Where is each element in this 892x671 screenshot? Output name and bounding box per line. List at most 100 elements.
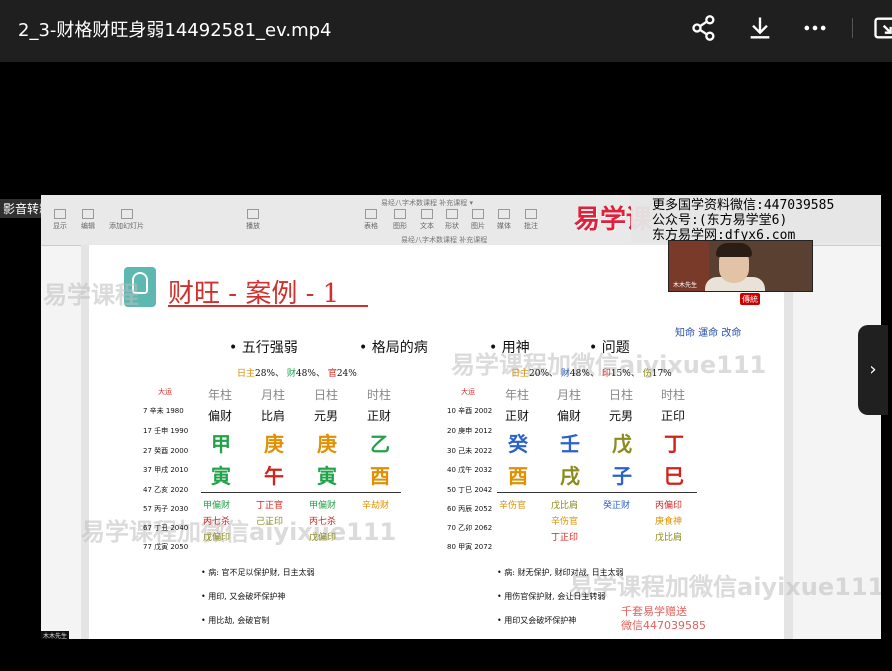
dayun-label-left: 大运 [158, 388, 172, 396]
earthly-branch: 酉 [508, 464, 528, 488]
hidden-stem: 甲偏财 [309, 501, 337, 511]
hidden-stem: 戊比肩 [551, 501, 579, 511]
watermark-text: 易学课程 [43, 281, 139, 309]
hidden-stem: 癸正财 [603, 501, 631, 511]
share-icon[interactable] [690, 14, 718, 42]
earthly-branch: 寅 [317, 464, 337, 488]
tool-comment: 批注 [524, 209, 538, 231]
heavenly-stem: 丁 [664, 432, 684, 456]
heavenly-stem: 庚 [317, 432, 337, 456]
presenter-hair [716, 243, 752, 257]
note: • 用印, 又会破坏保护神 [201, 592, 286, 601]
pillar-header: 日柱 [609, 388, 634, 402]
promo-footer: 千套易学赠送 微信447039585 [621, 605, 706, 633]
toolbar-divider [852, 18, 853, 38]
section-question: • 问题 [589, 340, 630, 356]
hidden-stem: 庚食神 [655, 517, 683, 527]
note: • 病: 官不足以保护财, 日主太弱 [201, 568, 315, 577]
more-icon[interactable] [801, 14, 829, 42]
ten-god: 元男 [314, 409, 339, 423]
watermark-text: 易学课程加微信aiyixue111 [81, 518, 397, 546]
dayun-entry: 7 辛未 1980 [143, 407, 184, 415]
heavenly-stem: 戊 [612, 432, 632, 456]
footer-line: 微信447039585 [621, 619, 706, 632]
earthly-branch: 巳 [664, 464, 684, 488]
hidden-stem: 丁正官 [256, 501, 284, 511]
hidden-stem: 丁正印 [551, 533, 579, 543]
dayun-entry: 27 癸酉 2000 [143, 447, 189, 455]
hidden-stem: 丙七杀 [309, 517, 337, 527]
seal-stamp: 傳統 [731, 291, 765, 321]
hidden-stem: 辛劫财 [362, 501, 390, 511]
title-underline [168, 305, 368, 307]
promo-line: 更多国学资料微信:447039585 [652, 198, 835, 213]
doc-subtitle: 易经八字术数课程 补充课程 [401, 236, 488, 244]
dayun-entry: 40 戊午 2032 [447, 466, 493, 474]
earthly-branch: 寅 [211, 464, 231, 488]
dayun-entry: 37 甲戌 2010 [143, 466, 189, 474]
ten-god: 正印 [661, 409, 686, 423]
tool-media: 媒体 [497, 209, 511, 231]
dayun-entry: 80 甲寅 2072 [447, 543, 493, 551]
note: • 用比劫, 会破官制 [201, 616, 270, 625]
pillar-header: 时柱 [661, 388, 686, 402]
dayun-entry: 77 戊寅 2050 [143, 543, 189, 551]
tool-chart: 图形 [393, 209, 407, 231]
webcam-caption: 木木先生 [673, 282, 698, 289]
hidden-stem: 辛伤官 [499, 501, 527, 511]
dayun-entry: 17 壬申 1990 [143, 427, 189, 435]
heavenly-stem: 乙 [370, 432, 390, 456]
pillar-header: 日柱 [314, 388, 339, 402]
hidden-stem: 戊偏印 [309, 533, 337, 543]
dayun-entry: 47 乙亥 2020 [143, 486, 189, 494]
pillar-header: 月柱 [261, 388, 286, 402]
ten-god: 正财 [367, 409, 392, 423]
download-icon[interactable] [746, 14, 774, 42]
tool-text: 文本 [420, 209, 434, 231]
note: • 病: 财无保护, 财印对战, 日主太弱 [497, 568, 624, 577]
promo-line: 公众号:(东方易学堂6) [652, 213, 788, 228]
hidden-stem: 丙偏印 [655, 501, 683, 511]
tool-edit: 编辑 [81, 209, 95, 231]
popout-icon[interactable] [872, 14, 892, 42]
stamp-text: 傳統 [742, 295, 758, 304]
heavenly-stem: 壬 [560, 432, 580, 456]
dayun-entry: 67 丁丑 2040 [143, 524, 189, 532]
left-percentages: 日主28%、 财48%、 官24% [237, 369, 357, 379]
video-frame[interactable]: 显示 编辑 添加幻灯片 播放 表格 图形 文本 形状 图片 媒体 批注 易经八字… [41, 195, 881, 639]
webcam-overlay: 木木先生 [668, 240, 813, 292]
footer-line: 千套易学赠送 [621, 605, 687, 618]
earthly-branch: 酉 [370, 464, 390, 488]
divider [497, 492, 697, 493]
ten-god: 正财 [505, 409, 530, 423]
hidden-stem: 辛伤官 [551, 517, 579, 527]
tool-table: 表格 [364, 209, 378, 231]
dayun-entry: 50 丁巳 2042 [447, 486, 493, 494]
dayun-entry: 70 乙卯 2062 [447, 524, 493, 532]
tool-image: 图片 [471, 209, 485, 231]
dayun-entry: 30 己未 2022 [447, 447, 493, 455]
earthly-branch: 子 [612, 464, 632, 488]
earthly-branch: 午 [264, 464, 284, 488]
tool-play: 播放 [246, 209, 260, 231]
section-disease: • 格局的病 [359, 340, 428, 356]
ten-god: 元男 [609, 409, 634, 423]
dayun-entry: 60 丙辰 2052 [447, 505, 493, 513]
heavenly-stem: 庚 [264, 432, 284, 456]
section-use-god: • 用神 [489, 340, 530, 356]
tool-view: 显示 [53, 209, 67, 231]
ten-god: 比肩 [261, 409, 286, 423]
webcam-caption-bottom: 木木先生 [41, 631, 70, 639]
next-button[interactable]: › [858, 325, 888, 415]
pillar-header: 年柱 [208, 388, 233, 402]
doc-title: 易经八字术数课程 补充课程 ▾ [381, 199, 473, 207]
pillar-header: 月柱 [557, 388, 582, 402]
dayun-label-right: 大运 [461, 388, 475, 396]
ten-god: 偏财 [208, 409, 233, 423]
earthly-branch: 戌 [560, 464, 580, 488]
tool-add-slide: 添加幻灯片 [109, 209, 144, 231]
pillar-header: 年柱 [505, 388, 530, 402]
hidden-stem: 戊比肩 [655, 533, 683, 543]
note: • 用伤官保护财, 会让日主转弱 [497, 592, 606, 601]
hidden-stem: 丙七杀 [203, 517, 231, 527]
